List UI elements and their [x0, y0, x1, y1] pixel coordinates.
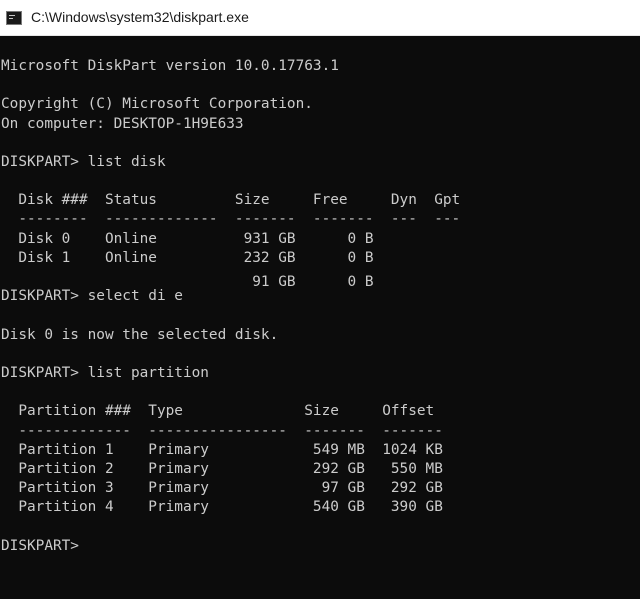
console-window: C:\Windows\system32\diskpart.exe Microso… [0, 0, 640, 599]
console-line: DISKPART> list disk [1, 154, 166, 170]
console-line: DISKPART> [1, 538, 79, 554]
console-line: -------- ------------- ------- ------- -… [1, 211, 461, 227]
title-bar[interactable]: C:\Windows\system32\diskpart.exe [0, 0, 640, 36]
console-line: Copyright (C) Microsoft Corporation. [1, 96, 313, 112]
console-line: Partition 1 Primary 549 MB 1024 KB [1, 442, 443, 458]
console-line: Partition 4 Primary 540 GB 390 GB [1, 499, 443, 515]
console-line: Disk 0 Online 931 GB 0 B [1, 231, 374, 247]
console-line: Partition 2 Primary 292 GB 550 MB [1, 461, 443, 477]
console-line: ------------- ---------------- ------- -… [1, 423, 443, 439]
window-title: C:\Windows\system32\diskpart.exe [31, 9, 249, 25]
console-line: On computer: DESKTOP-1H9E633 [1, 116, 244, 132]
console-line: Disk ### Status Size Free Dyn Gpt [1, 192, 461, 208]
console-line: Disk 0 is now the selected disk. [1, 327, 279, 343]
console-line: Partition ### Type Size Offset [1, 403, 435, 419]
console-line: Partition 3 Primary 97 GB 292 GB [1, 480, 443, 496]
console-line: DISKPART> list partition [1, 365, 209, 381]
console-line: Microsoft DiskPart version 10.0.17763.1 [1, 58, 339, 74]
console-line: Disk 1 Online 232 GB 0 B [1, 250, 374, 266]
console-output[interactable]: Microsoft DiskPart version 10.0.17763.1 … [0, 36, 640, 599]
console-icon [6, 11, 22, 25]
console-line: DISKPART> select di e [1, 288, 183, 304]
